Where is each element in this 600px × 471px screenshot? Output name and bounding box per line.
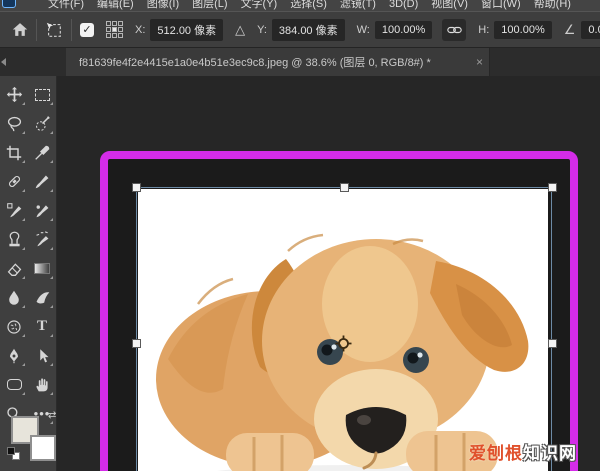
menu-view[interactable]: 视图(V) [431,0,468,11]
type-icon: T [36,318,47,334]
document-tab-title: f81639fe4f2e4415e1a0e4b51e3ec9c8.jpeg @ … [79,57,431,69]
transform-handle-top-left[interactable] [132,183,141,192]
options-bar: ✓ X: 512.00 像素 △ Y: 384.00 像素 W: 100.00%… [0,11,600,48]
reference-point-locator-icon[interactable] [106,21,123,38]
tab-close-icon[interactable]: × [476,55,483,69]
menu-image[interactable]: 图像(I) [147,0,179,11]
menu-select[interactable]: 选择(S) [290,0,327,11]
width-label: W: [356,23,370,36]
y-label: Y: [257,23,267,36]
transform-handle-top-center[interactable] [340,183,349,192]
document-tab[interactable]: f81639fe4f2e4415e1a0e4b51e3ec9c8.jpeg @ … [66,48,490,76]
clone-stamp-tool[interactable] [0,225,28,254]
type-tool[interactable]: T [28,312,56,341]
path-selection-tool[interactable] [28,341,56,370]
canvas-area[interactable]: 爱刨根知识网 [57,76,600,471]
rotation-angle-input[interactable]: 0.0 [581,20,600,39]
brush-tool[interactable] [28,167,56,196]
rotation-angle-icon: ∠ [563,21,576,37]
photoshop-logo-icon[interactable] [2,0,16,8]
gradient-tool[interactable] [28,254,56,283]
height-label: H: [478,23,490,36]
document-tab-bar: f81639fe4f2e4415e1a0e4b51e3ec9c8.jpeg @ … [0,48,600,76]
tools-panel: T ••• ⇄ [0,76,57,471]
swap-colors-icon[interactable]: ⇄ [48,410,56,421]
maintain-aspect-ratio-button[interactable] [442,18,467,41]
transform-handle-middle-left[interactable] [132,339,141,348]
watermark-white-text: 知识网 [523,444,577,463]
shape-tool[interactable] [0,370,28,399]
free-transform-tool-icon[interactable] [45,21,63,39]
eyedropper-tool[interactable] [28,138,56,167]
marquee-icon [34,88,50,101]
transform-handle-top-right[interactable] [548,183,557,192]
lasso-tool[interactable] [0,109,28,138]
transform-bounding-box[interactable] [136,187,552,471]
quick-selection-tool[interactable] [28,109,56,138]
spot-healing-brush-tool[interactable] [0,167,28,196]
move-tool[interactable] [0,80,28,109]
width-scale-input[interactable]: 100.00% [374,20,433,39]
smudge-tool[interactable] [28,283,56,312]
pen-tool[interactable] [0,341,28,370]
menu-bar: 文件(F) 编辑(E) 图像(I) 图层(L) 文字(Y) 选择(S) 滤镜(T) 3D(D)… [0,0,600,11]
toggle-reference-point-checkbox[interactable]: ✓ [80,22,94,37]
menu-help[interactable]: 帮助(H) [534,0,571,11]
blur-tool[interactable] [0,283,28,312]
menu-window[interactable]: 窗口(W) [481,0,521,11]
eraser-tool[interactable] [0,254,28,283]
sponge-tool[interactable] [0,312,28,341]
chain-link-icon [447,26,462,33]
relative-positioning-icon[interactable]: △ [235,22,245,38]
separator [36,18,37,41]
separator [71,18,72,41]
transform-reference-point-icon[interactable] [335,335,352,352]
menu-layer[interactable]: 图层(L) [192,0,227,11]
mixer-brush-tool[interactable] [28,196,56,225]
color-swatches: ⇄ [0,406,57,471]
rounded-rectangle-icon [6,379,22,390]
photoshop-window: 文件(F) 编辑(E) 图像(I) 图层(L) 文字(Y) 选择(S) 滤镜(T) 3D(D)… [0,0,600,471]
menu-file[interactable]: 文件(F) [48,0,84,11]
y-position-input[interactable]: 384.00 像素 [271,18,345,41]
menu-filter[interactable]: 滤镜(T) [340,0,376,11]
hand-tool[interactable] [28,370,56,399]
default-colors-icon[interactable] [7,447,20,460]
crop-tool[interactable] [0,138,28,167]
menu-edit[interactable]: 编辑(E) [97,0,134,11]
background-color-swatch[interactable] [30,435,56,461]
x-label: X: [135,23,146,36]
menu-type[interactable]: 文字(Y) [241,0,278,11]
watermark: 爱刨根知识网 [469,439,577,464]
rectangular-marquee-tool[interactable] [28,80,56,109]
gradient-icon [34,263,50,274]
home-icon[interactable] [12,22,28,37]
height-scale-input[interactable]: 100.00% [494,20,552,39]
art-history-brush-tool[interactable] [28,225,56,254]
menu-3d[interactable]: 3D(D) [389,0,418,10]
history-brush-tool[interactable] [0,196,28,225]
tab-scroll-left-icon[interactable] [1,58,6,66]
transform-handle-middle-right[interactable] [548,339,557,348]
watermark-red-text: 爱刨根 [469,444,523,463]
x-position-input[interactable]: 512.00 像素 [150,18,224,41]
